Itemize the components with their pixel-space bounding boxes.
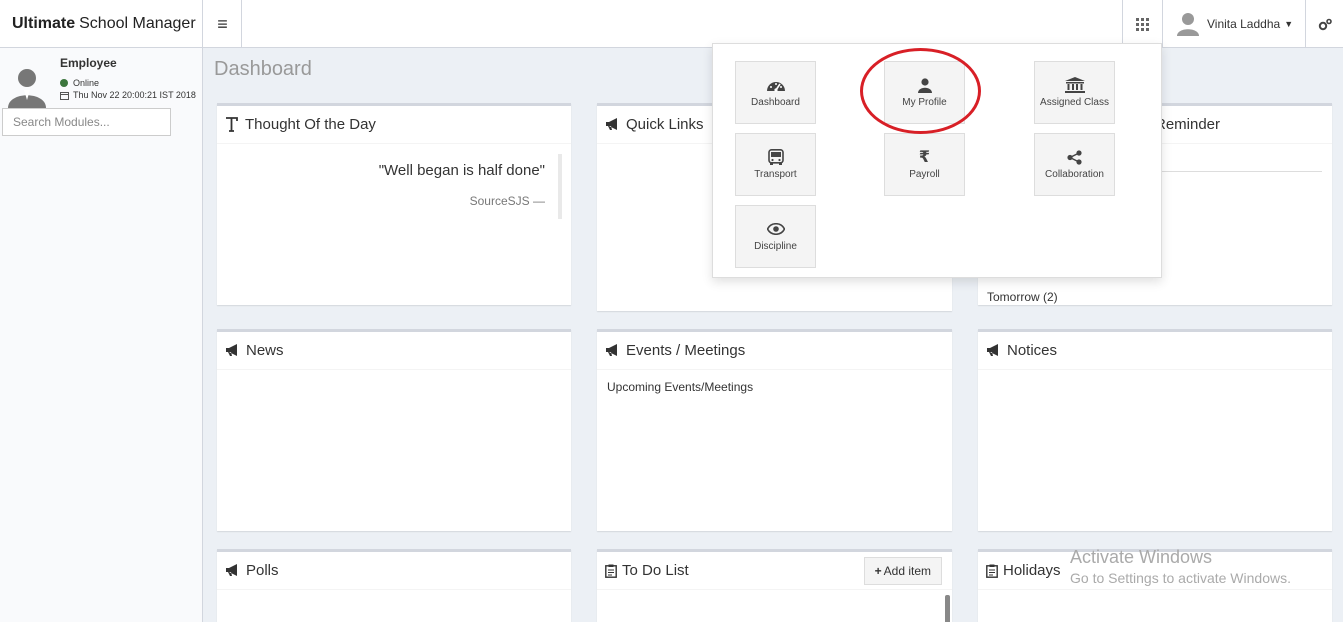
news-box: News [217, 329, 571, 531]
watermark-title: Activate Windows [1070, 547, 1213, 567]
settings-button[interactable] [1305, 0, 1343, 48]
bullhorn-icon [225, 564, 241, 577]
events-meetings-box: Events / Meetings Upcoming Events/Meetin… [597, 329, 952, 531]
box-title: Polls [246, 562, 279, 579]
app-tile-label: Payroll [909, 169, 940, 180]
app-tile-payroll[interactable]: ₹ Payroll [884, 133, 965, 196]
hamburger-icon: ≡ [217, 13, 228, 34]
box-header: Events / Meetings [597, 332, 952, 370]
apps-dropdown-panel: Dashboard My Profile Assigned Class Tran… [712, 43, 1162, 278]
user-menu-button[interactable]: Vinita Laddha ▼ [1162, 0, 1305, 48]
brand-logo[interactable]: Ultimate School Manager [0, 0, 203, 48]
box-title: Events / Meetings [626, 342, 746, 359]
box-title: To Do List [622, 562, 689, 579]
upcoming-events-label: Upcoming Events/Meetings [607, 380, 754, 394]
app-tile-collaboration[interactable]: Collaboration [1034, 133, 1115, 196]
box-title: Holidays [1003, 562, 1061, 579]
clipboard-icon [986, 564, 998, 578]
quote-text: "Well began is half done" [378, 162, 545, 179]
institution-icon [1064, 77, 1085, 93]
calendar-icon [60, 91, 69, 100]
bullhorn-icon [986, 344, 1002, 357]
user-icon [917, 77, 932, 93]
brand-bold: Ultimate [12, 15, 76, 32]
tomorrow-count-link[interactable]: Tomorrow (2) [987, 290, 1058, 304]
box-title: Notices [1007, 342, 1058, 359]
app-tile-transport[interactable]: Transport [735, 133, 816, 196]
app-tile-assigned-class[interactable]: Assigned Class [1034, 61, 1115, 124]
app-tile-discipline[interactable]: Discipline [735, 205, 816, 268]
status-text: Online [73, 78, 100, 88]
page-title: Dashboard [214, 58, 312, 80]
online-dot-icon [60, 79, 68, 87]
clipboard-icon [605, 564, 617, 578]
search-modules-input[interactable] [2, 108, 171, 136]
watermark-subtitle: Go to Settings to activate Windows. [1070, 570, 1291, 586]
scrollbar[interactable] [558, 154, 562, 219]
current-datetime: Thu Nov 22 20:00:21 IST 2018 [60, 90, 196, 100]
bullhorn-icon [225, 344, 241, 357]
thought-of-day-box: Thought Of the Day "Well began is half d… [217, 103, 571, 305]
add-item-label: Add item [883, 564, 931, 578]
user-panel: Employee Online Thu Nov 22 20:00:21 IST … [6, 56, 201, 108]
windows-activation-watermark: Activate Windows Go to Settings to activ… [1070, 547, 1291, 586]
brand-name: School Manager [79, 15, 196, 32]
top-navbar: Ultimate School Manager ≡ Vinita Laddha … [0, 0, 1343, 48]
bullhorn-icon [605, 118, 621, 131]
box-header: Thought Of the Day [217, 106, 571, 144]
grid-icon [1136, 17, 1149, 31]
bus-icon [767, 149, 784, 165]
rupee-icon: ₹ [918, 149, 931, 166]
box-header: Polls [217, 552, 571, 590]
box-title: Thought Of the Day [245, 116, 376, 133]
box-title: Reminder [1155, 116, 1221, 133]
user-role: Employee [60, 56, 117, 70]
box-header: Notices [978, 332, 1332, 370]
dashboard-icon [766, 77, 786, 93]
app-tile-label: Collaboration [1045, 169, 1104, 180]
add-item-button[interactable]: + Add item [863, 557, 942, 585]
online-status: Online [60, 78, 99, 88]
plus-icon: + [874, 564, 882, 578]
apps-menu-button[interactable] [1122, 0, 1162, 48]
caret-down-icon: ▼ [1284, 19, 1294, 29]
quote-source: SourceSJS — [469, 194, 545, 208]
sidebar: Employee Online Thu Nov 22 20:00:21 IST … [0, 48, 203, 622]
sidebar-toggle-button[interactable]: ≡ [204, 0, 242, 48]
app-tile-label: Assigned Class [1040, 97, 1109, 108]
gears-icon [1318, 18, 1332, 30]
scrollbar[interactable] [945, 595, 950, 622]
bullhorn-icon [605, 344, 621, 357]
app-tile-dashboard[interactable]: Dashboard [735, 61, 816, 124]
user-name: Vinita Laddha [1207, 17, 1281, 31]
avatar [8, 69, 46, 108]
notices-box: Notices [978, 329, 1332, 531]
app-tile-label: Discipline [754, 241, 797, 252]
box-header: News [217, 332, 571, 370]
polls-box: Polls [217, 549, 571, 622]
app-tile-label: My Profile [902, 97, 947, 108]
todo-list-box: To Do List + Add item [597, 549, 952, 622]
app-tile-label: Dashboard [751, 97, 800, 108]
user-avatar-icon [1177, 13, 1199, 36]
eye-icon [766, 221, 785, 237]
app-tile-label: Transport [754, 169, 797, 180]
share-icon [1067, 149, 1082, 165]
text-height-icon [225, 117, 240, 132]
app-tile-my-profile[interactable]: My Profile [884, 61, 965, 124]
box-title: News [246, 342, 284, 359]
datetime-text: Thu Nov 22 20:00:21 IST 2018 [73, 90, 196, 100]
box-title: Quick Links [626, 116, 704, 133]
